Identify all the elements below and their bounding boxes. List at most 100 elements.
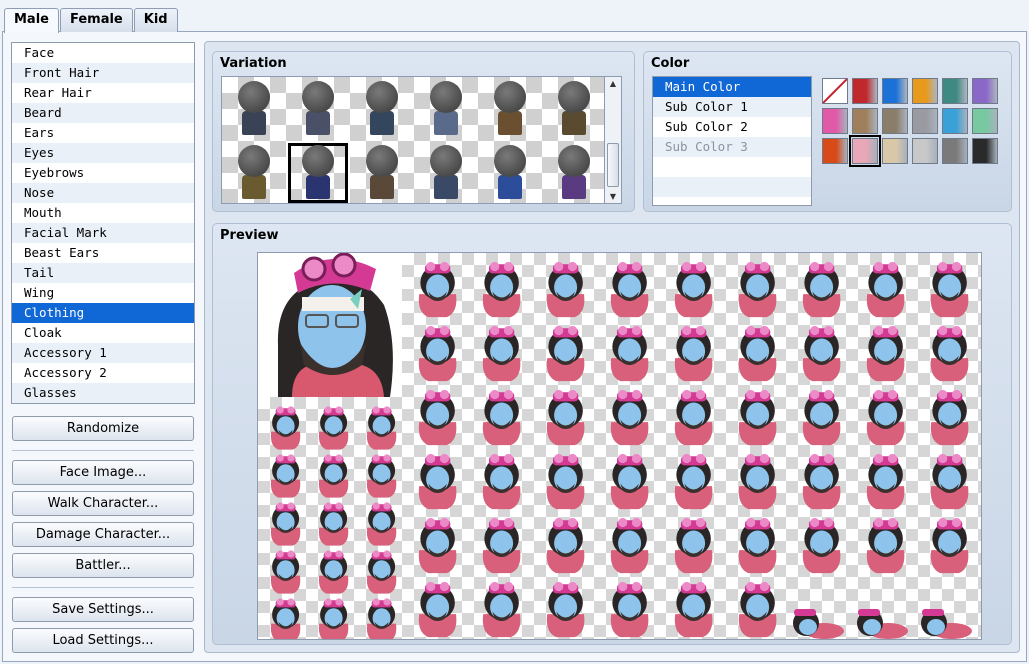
battler-sprite: [738, 581, 777, 638]
part-item[interactable]: Face: [12, 43, 194, 63]
color-target-item[interactable]: Sub Color 1: [653, 97, 811, 117]
scroll-down-icon[interactable]: ▼: [605, 190, 621, 204]
part-item[interactable]: Ears: [12, 123, 194, 143]
color-target-item[interactable]: Sub Color 2: [653, 117, 811, 137]
variation-cell[interactable]: [222, 141, 286, 203]
color-swatch[interactable]: [822, 138, 848, 164]
randomize-button[interactable]: Randomize: [12, 416, 194, 441]
color-swatch[interactable]: [912, 138, 938, 164]
tab-female[interactable]: Female: [59, 8, 133, 32]
color-swatch[interactable]: [972, 108, 998, 134]
variation-cell[interactable]: [414, 77, 478, 141]
variation-grid[interactable]: [221, 76, 605, 204]
color-target-list[interactable]: Main Color Sub Color 1 Sub Color 2 Sub Colo…: [652, 76, 812, 206]
color-swatch[interactable]: [849, 135, 881, 167]
part-item[interactable]: Clothing: [12, 303, 194, 323]
color-swatch[interactable]: [942, 138, 968, 164]
head-silhouette-icon: [494, 81, 526, 113]
part-item[interactable]: Cloak: [12, 323, 194, 343]
variation-cell[interactable]: [478, 141, 542, 203]
battler-sprite: [738, 453, 777, 510]
clothing-body-icon: [498, 175, 522, 199]
color-swatch[interactable]: [912, 78, 938, 104]
no-color-swatch[interactable]: [822, 78, 848, 104]
battler-sprite: [546, 325, 585, 382]
color-swatch[interactable]: [852, 78, 878, 104]
variation-cell[interactable]: [350, 77, 414, 141]
battler-sprite: [930, 261, 969, 318]
tab-kid[interactable]: Kid: [133, 8, 178, 32]
part-item[interactable]: Front Hair: [12, 63, 194, 83]
damage-character-button[interactable]: Damage Character...: [12, 522, 194, 547]
walk-sprite: [318, 454, 349, 498]
color-title: Color: [651, 56, 690, 71]
part-item[interactable]: Mouth: [12, 203, 194, 223]
clothing-body-icon: [370, 111, 394, 135]
color-swatch[interactable]: [882, 78, 908, 104]
color-swatch[interactable]: [882, 108, 908, 134]
variation-cell[interactable]: [542, 141, 604, 203]
tab-male[interactable]: Male: [4, 8, 59, 33]
battler-sprite: [482, 517, 521, 574]
part-item[interactable]: Beast Ears: [12, 243, 194, 263]
scroll-thumb[interactable]: [607, 143, 619, 187]
variation-cell[interactable]: [222, 77, 286, 141]
part-item[interactable]: Eyes: [12, 143, 194, 163]
no-color-icon: [822, 78, 848, 104]
variation-cell[interactable]: [478, 77, 542, 141]
head-silhouette-icon: [430, 145, 462, 177]
head-silhouette-icon: [302, 145, 334, 177]
part-item[interactable]: Rear Hair: [12, 83, 194, 103]
face-image-button[interactable]: Face Image...: [12, 460, 194, 485]
part-item[interactable]: Facial Mark: [12, 223, 194, 243]
variation-cell[interactable]: [542, 77, 604, 141]
part-item[interactable]: Tail: [12, 263, 194, 283]
color-swatch[interactable]: [852, 108, 878, 134]
part-item[interactable]: Glasses: [12, 383, 194, 403]
part-item[interactable]: Nose: [12, 183, 194, 203]
walk-sprite: [270, 550, 301, 594]
color-target-empty-row: [653, 197, 811, 205]
variation-scrollbar[interactable]: ▲ ▼: [605, 76, 622, 204]
clothing-body-icon: [562, 175, 586, 199]
clothing-body-icon: [434, 175, 458, 199]
scroll-up-icon[interactable]: ▲: [605, 77, 621, 91]
variation-cell[interactable]: [286, 77, 350, 141]
color-swatch[interactable]: [972, 138, 998, 164]
part-item[interactable]: Accessory 2: [12, 363, 194, 383]
variation-cell[interactable]: [414, 141, 478, 203]
part-item[interactable]: Accessory 1: [12, 343, 194, 363]
color-swatch[interactable]: [942, 78, 968, 104]
battler-sprite: [418, 261, 457, 318]
head-silhouette-icon: [430, 81, 462, 113]
clothing-body-icon: [306, 175, 330, 199]
walk-character-button[interactable]: Walk Character...: [12, 491, 194, 516]
save-settings-button[interactable]: Save Settings...: [12, 597, 194, 622]
battler-sprite: [418, 517, 457, 574]
battler-sprite: [738, 325, 777, 382]
color-swatch[interactable]: [882, 138, 908, 164]
variation-cell[interactable]: [286, 141, 350, 203]
part-item[interactable]: Wing: [12, 283, 194, 303]
part-item[interactable]: Eyebrows: [12, 163, 194, 183]
battler-sprite: [546, 517, 585, 574]
color-swatch[interactable]: [972, 78, 998, 104]
battler-sprite: [738, 517, 777, 574]
color-swatch[interactable]: [912, 108, 938, 134]
walk-sprite: [270, 454, 301, 498]
battler-sprite: [866, 389, 905, 446]
clothing-body-icon: [434, 111, 458, 135]
color-swatch[interactable]: [942, 108, 968, 134]
color-target-item[interactable]: Main Color: [653, 77, 811, 97]
battler-sprite: [802, 517, 841, 574]
battler-button[interactable]: Battler...: [12, 553, 194, 578]
battler-sprite: [674, 581, 713, 638]
parts-list[interactable]: Face Front Hair Rear Hair Beard Ears Eyes Eyeb…: [11, 42, 195, 404]
color-swatch[interactable]: [822, 108, 848, 134]
load-settings-button[interactable]: Load Settings...: [12, 628, 194, 653]
battler-sprite: [802, 453, 841, 510]
head-silhouette-icon: [494, 145, 526, 177]
part-item[interactable]: Beard: [12, 103, 194, 123]
walk-sprite: [366, 406, 397, 450]
variation-cell[interactable]: [350, 141, 414, 203]
